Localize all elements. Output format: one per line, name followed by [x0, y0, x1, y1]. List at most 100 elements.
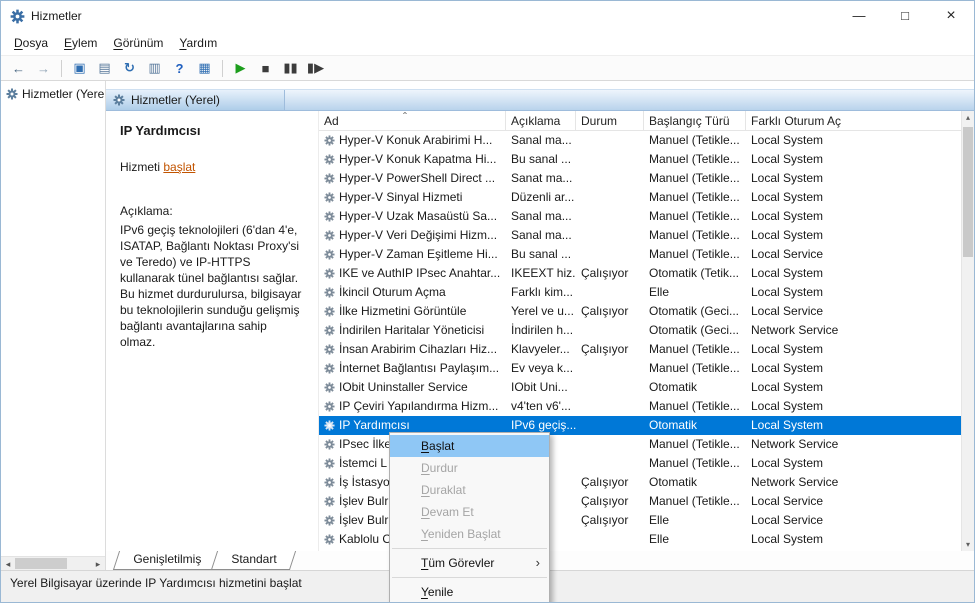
tree-horizontal-scrollbar[interactable]: ◂ ▸: [1, 556, 105, 570]
menu-item-2[interactable]: Görünüm: [105, 31, 171, 55]
view-list-button[interactable]: ▦: [192, 60, 217, 76]
service-start-cell: Otomatik: [649, 380, 698, 394]
pause-service-button[interactable]: ▮▮: [278, 60, 303, 76]
service-row[interactable]: Hyper-V Uzak Masaüstü Sa... Sanal ma... Ma…: [319, 207, 961, 226]
export-list-button[interactable]: ▥: [142, 60, 167, 76]
tab-genisletilmis[interactable]: Genişletilmiş: [112, 551, 222, 570]
service-row[interactable]: İkincil Oturum Açma Farklı kim... Elle Loca…: [319, 283, 961, 302]
service-name-cell: İnternet Bağlantısı Paylaşım...: [319, 359, 506, 378]
service-logon-cell: Local System: [751, 209, 824, 223]
scroll-down-arrow-icon[interactable]: ▾: [962, 538, 974, 551]
menu-item-1[interactable]: Eylem: [56, 31, 105, 55]
service-row[interactable]: IP Çeviri Yapılandırma Hizm... v4'ten v6'…: [319, 397, 961, 416]
service-desc-cell: Sanal ma...: [511, 209, 572, 223]
service-row[interactable]: İnternet Bağlantısı Paylaşım... Ev veya k…: [319, 359, 961, 378]
service-row[interactable]: Hyper-V Konuk Arabirimi H... Sanal ma... M…: [319, 131, 961, 150]
menu-item-3[interactable]: Yardım: [171, 31, 225, 55]
context-menu-item-refresh[interactable]: Yenile: [390, 581, 549, 602]
service-name-cell: Hyper-V Zaman Eşitleme Hi...: [319, 245, 506, 264]
service-row[interactable]: Hyper-V Sinyal Hizmeti Düzenli ar... Manue…: [319, 188, 961, 207]
service-gear-icon: [324, 192, 335, 203]
service-desc-cell: İndirilen h...: [511, 323, 574, 337]
scrollbar-track[interactable]: [15, 557, 91, 570]
service-row[interactable]: Hyper-V Veri Değişimi Hizm... Sanal ma...…: [319, 226, 961, 245]
service-stat-cell: [576, 245, 644, 264]
services-app-icon: [10, 9, 25, 24]
back-button[interactable]: ←: [6, 61, 31, 76]
service-row[interactable]: IObit Uninstaller Service IObit Uni... Oto…: [319, 378, 961, 397]
list-vertical-scrollbar[interactable]: ▴ ▾: [961, 111, 974, 551]
service-start-cell: Elle: [649, 513, 670, 527]
service-name-cell: İnsan Arabirim Cihazları Hiz...: [319, 340, 506, 359]
service-logon-cell: Local Service: [751, 513, 824, 527]
service-desc-cell: Bu sanal ...: [511, 152, 572, 166]
service-stat-cell: [576, 435, 644, 454]
service-stat-cell: [576, 188, 644, 207]
scroll-up-arrow-icon[interactable]: ▴: [962, 111, 974, 124]
column-header-description[interactable]: Açıklama: [506, 111, 576, 130]
stop-service-button[interactable]: ■: [253, 61, 278, 76]
service-logon-cell: Local Service: [751, 247, 824, 261]
service-row[interactable]: Hyper-V Zaman Eşitleme Hi... Bu sanal ...…: [319, 245, 961, 264]
column-header-startup-type[interactable]: Başlangıç Türü: [644, 111, 746, 130]
start-service-button[interactable]: ▶: [228, 60, 253, 76]
scrollbar-thumb[interactable]: [15, 558, 67, 569]
service-start-cell: Manuel (Tetikle...: [649, 361, 740, 375]
column-header-logon-as[interactable]: Farklı Oturum Aç: [746, 111, 961, 130]
close-button[interactable]: ×: [928, 1, 974, 31]
context-menu-item-pause: Duraklat: [421, 483, 466, 497]
toolbar: ← → ▣ ▤ ↻ ▥? ▦ ▶ ■ ▮▮ ▮▶: [1, 55, 974, 81]
service-start-cell: Manuel (Tetikle...: [649, 437, 740, 451]
service-logon-cell: Local System: [751, 190, 824, 204]
service-logon-cell: Local System: [751, 285, 824, 299]
service-row[interactable]: İnsan Arabirim Cihazları Hiz... Klavyeler…: [319, 340, 961, 359]
scroll-left-arrow-icon[interactable]: ◂: [1, 557, 15, 571]
tab-standart[interactable]: Standart: [210, 551, 297, 570]
service-name-cell: IP Çeviri Yapılandırma Hizm...: [319, 397, 506, 416]
service-start-cell: Elle: [649, 532, 670, 546]
service-gear-icon: [324, 477, 335, 488]
service-gear-icon: [324, 211, 335, 222]
service-stat-cell: [576, 530, 644, 549]
service-logon-cell: Local Service: [751, 304, 824, 318]
service-gear-icon: [324, 515, 335, 526]
context-menu-item-stop: Durdur: [421, 461, 458, 475]
properties-button[interactable]: ▤: [92, 60, 117, 76]
service-gear-icon: [324, 287, 335, 298]
service-start-cell: Otomatik: [649, 418, 698, 432]
context-menu-item-all-tasks[interactable]: Tüm Görevler ›: [390, 552, 549, 574]
service-start-cell: Manuel (Tetikle...: [649, 133, 740, 147]
forward-button[interactable]: →: [31, 61, 56, 76]
service-row[interactable]: Hyper-V PowerShell Direct ... Sanat ma...…: [319, 169, 961, 188]
menu-item-0[interactable]: Dosya: [6, 31, 56, 55]
service-logon-cell: Local System: [751, 456, 824, 470]
help-button[interactable]: ?: [167, 61, 192, 76]
minimize-button[interactable]: —: [836, 1, 882, 31]
service-row[interactable]: İndirilen Haritalar Yöneticisi İndirilen …: [319, 321, 961, 340]
service-desc-cell: IObit Uni...: [511, 380, 568, 394]
service-desc-cell: Klavyeler...: [511, 342, 570, 356]
refresh-button[interactable]: ↻: [117, 60, 142, 76]
service-logon-cell: Local System: [751, 418, 824, 432]
service-start-cell: Elle: [649, 285, 670, 299]
service-stat-cell: [576, 416, 644, 435]
maximize-button[interactable]: □: [882, 1, 928, 31]
context-menu-item-resume: Devam Et: [421, 505, 474, 519]
selected-service-name: IP Yardımcısı: [120, 123, 201, 138]
tree-item-services-local[interactable]: Hizmetler (Yerel): [1, 81, 105, 103]
start-service-link[interactable]: başlat: [163, 160, 195, 174]
scrollbar-thumb[interactable]: [963, 127, 973, 257]
restart-service-button[interactable]: ▮▶: [303, 60, 328, 76]
service-row[interactable]: IKE ve AuthIP IPsec Anahtar... IKEEXT hiz…: [319, 264, 961, 283]
context-menu-item-start[interactable]: Başlat: [390, 435, 549, 457]
scroll-right-arrow-icon[interactable]: ▸: [91, 557, 105, 571]
show-console-tree-button[interactable]: ▣: [67, 60, 92, 76]
service-desc-cell: Yerel ve u...: [511, 304, 574, 318]
column-header-name[interactable]: Ad ˆ: [319, 110, 506, 130]
service-desc-cell: Farklı kim...: [511, 285, 573, 299]
column-header-status[interactable]: Durum: [576, 111, 644, 130]
service-row[interactable]: Hyper-V Konuk Kapatma Hi... Bu sanal ... M…: [319, 150, 961, 169]
service-stat-cell: [576, 397, 644, 416]
service-start-cell: Manuel (Tetikle...: [649, 190, 740, 204]
service-row[interactable]: İlke Hizmetini Görüntüle Yerel ve u... Çal…: [319, 302, 961, 321]
